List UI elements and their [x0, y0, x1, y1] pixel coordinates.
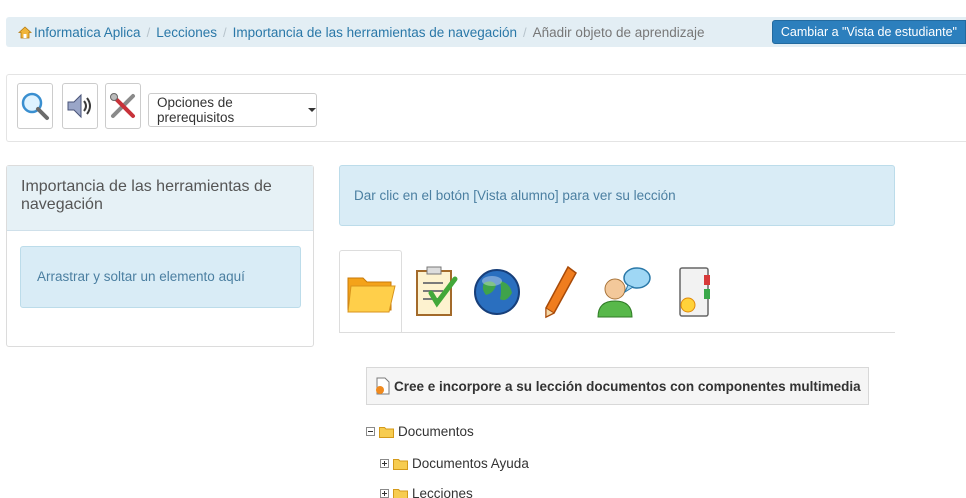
breadcrumb-separator: /	[222, 24, 227, 40]
breadcrumb-lessons-link[interactable]: Lecciones	[156, 25, 217, 40]
tab-new-chapter[interactable]	[666, 250, 722, 333]
create-document-label: Cree e incorpore a su lección documentos…	[394, 378, 861, 394]
magnifier-icon	[21, 92, 49, 120]
tabs-divider	[339, 332, 895, 333]
preview-button[interactable]	[17, 83, 53, 129]
folder-icon	[379, 426, 394, 438]
lesson-panel-title: Importancia de las herramientas de naveg…	[7, 166, 313, 231]
forum-user-icon	[597, 266, 651, 317]
folder-icon	[393, 488, 408, 498]
folder-icon	[393, 458, 408, 470]
tree-node-documentos-ayuda[interactable]: Documentos Ayuda	[380, 456, 529, 471]
tree-node-documentos[interactable]: Documentos	[366, 424, 474, 439]
tree-node-label: Documentos	[398, 424, 474, 439]
speaker-icon	[67, 93, 91, 119]
tab-documents[interactable]	[339, 250, 402, 333]
home-icon[interactable]	[18, 25, 32, 39]
breadcrumb-home-link[interactable]: Informatica Aplica	[34, 25, 141, 40]
breadcrumb-separator: /	[523, 24, 527, 40]
settings-button[interactable]	[105, 83, 141, 129]
documents-folder-icon	[346, 277, 396, 312]
expand-icon[interactable]	[380, 459, 389, 468]
drop-zone[interactable]: Arrastrar y soltar un elemento aquí	[20, 246, 301, 308]
new-chapter-icon	[679, 266, 710, 317]
breadcrumb-separator: /	[146, 24, 151, 40]
student-view-button[interactable]: Cambiar a "Vista de estudiante"	[771, 20, 966, 44]
caret-down-icon	[308, 108, 316, 112]
collapse-icon[interactable]	[366, 427, 375, 436]
quiz-checklist-icon	[416, 266, 458, 316]
tree-node-label: Lecciones	[412, 486, 473, 498]
audio-button[interactable]	[62, 83, 98, 129]
prerequisites-label: Opciones de prerequisitos	[157, 95, 235, 125]
tab-forum[interactable]	[592, 250, 654, 333]
tree-node-lecciones[interactable]: Lecciones	[380, 486, 473, 498]
info-message: Dar clic en el botón [Vista alumno] para…	[339, 165, 895, 226]
pencil-assignment-icon	[545, 265, 577, 318]
create-document-link[interactable]: Cree e incorpore a su lección documentos…	[366, 367, 869, 405]
tab-links[interactable]	[470, 250, 524, 333]
breadcrumb: Informatica Aplica / Lecciones / Importa…	[6, 17, 966, 47]
lesson-panel: Importancia de las herramientas de naveg…	[6, 165, 314, 347]
expand-icon[interactable]	[380, 489, 389, 498]
prerequisites-dropdown[interactable]: Opciones de prerequisitos	[148, 93, 317, 127]
globe-link-icon	[474, 268, 520, 315]
tab-assignment[interactable]	[538, 250, 582, 333]
new-document-icon	[376, 377, 390, 395]
tab-quiz[interactable]	[404, 250, 464, 333]
toolbar: Opciones de prerequisitos	[6, 74, 966, 142]
breadcrumb-lesson-link[interactable]: Importancia de las herramientas de naveg…	[233, 25, 517, 40]
tools-icon	[110, 93, 135, 118]
breadcrumb-current: Añadir objeto de aprendizaje	[532, 24, 705, 40]
tree-node-label: Documentos Ayuda	[412, 456, 529, 471]
